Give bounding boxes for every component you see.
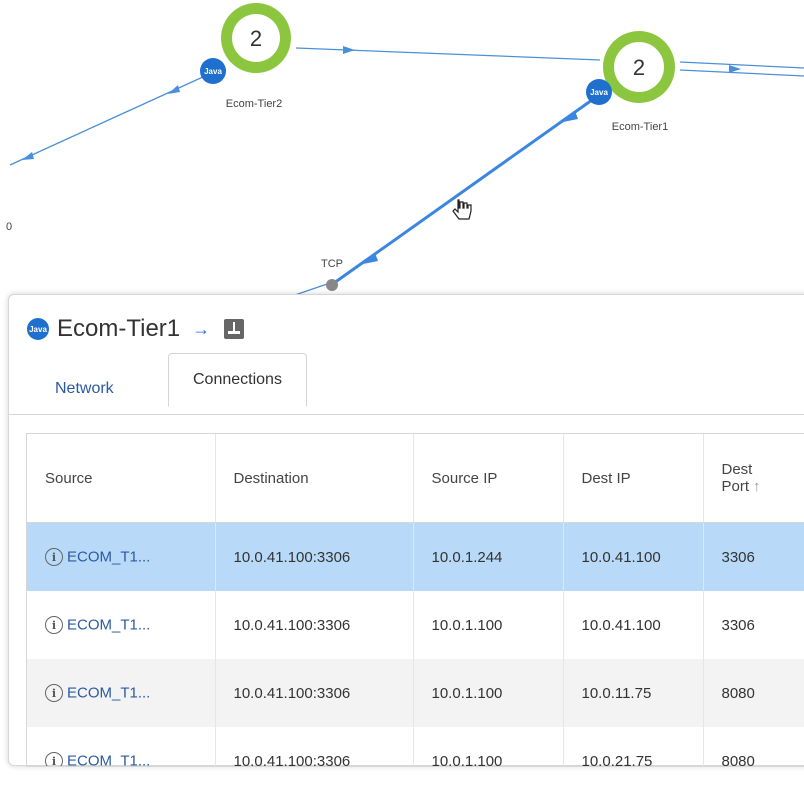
tcp-label: TCP — [321, 258, 343, 270]
cell-source-ip: 10.0.1.100 — [413, 659, 564, 727]
cell-destination: 10.0.41.100:3306 — [215, 659, 414, 727]
cell-dest-ip: 10.0.41.100 — [563, 522, 704, 591]
source-link[interactable]: ECOM_T1... — [67, 617, 150, 634]
cell-source-ip: 10.0.1.100 — [413, 591, 564, 659]
table-row[interactable]: i ECOM_T1... 10.0.41.100:3306 10.0.1.100 10.… — [27, 591, 804, 659]
tab-connections[interactable]: Connections — [168, 353, 307, 407]
column-header-label: Dest Port — [721, 461, 753, 495]
table-row[interactable]: i ECOM_T1... 10.0.41.100:3306 10.0.1.100 10.… — [27, 727, 804, 766]
cell-dest-ip: 10.0.21.75 — [563, 727, 704, 766]
cell-dest-ip: 10.0.41.100 — [563, 591, 704, 659]
table-row[interactable]: i ECOM_T1... 10.0.41.100:3306 10.0.1.244 10.… — [27, 522, 804, 591]
tab-divider — [9, 414, 804, 415]
sort-ascending-icon[interactable]: ↑ — [753, 478, 761, 495]
node-ecom-tier2[interactable]: 2 Java Ecom-Tier2 — [200, 3, 291, 110]
source-link[interactable]: ECOM_T1... — [67, 685, 150, 702]
edge-tier1-to-right-b[interactable] — [679, 69, 804, 77]
right-arrow-icon[interactable]: → — [192, 319, 210, 340]
tab-bar: Network Connections — [9, 353, 804, 415]
edge-arrow-icon — [343, 46, 355, 54]
edge-tier1-to-right-a[interactable] — [679, 61, 804, 69]
column-header-source-ip[interactable]: Source IP — [413, 434, 564, 523]
column-header-source[interactable]: Source — [27, 434, 216, 523]
connections-table: Source Destination Source IP Dest IP Des… — [26, 433, 804, 767]
node-label: Ecom-Tier1 — [612, 121, 668, 133]
cell-source[interactable]: i ECOM_T1... — [27, 659, 216, 727]
info-icon[interactable]: i — [45, 616, 63, 635]
java-badge-text: Java — [204, 67, 222, 76]
node-ecom-tier1[interactable]: 2 Java Ecom-Tier1 — [586, 31, 675, 133]
table-header-row: Source Destination Source IP Dest IP Des… — [27, 434, 804, 523]
cell-destination: 10.0.41.100:3306 — [215, 727, 414, 766]
column-header-dest-port[interactable]: Dest Port ↑ — [703, 434, 804, 523]
partial-label: 0 — [6, 221, 12, 233]
cell-source-ip: 10.0.1.244 — [413, 522, 564, 591]
tab-network[interactable]: Network — [31, 363, 138, 415]
cell-source[interactable]: i ECOM_T1... — [27, 522, 216, 591]
source-link[interactable]: ECOM_T1... — [67, 549, 150, 566]
panel-header: Java Ecom-Tier1 → — [27, 313, 245, 345]
source-link[interactable]: ECOM_T1... — [67, 753, 150, 766]
edge-arrow-icon — [168, 85, 180, 94]
cell-dest-ip: 10.0.11.75 — [563, 659, 704, 727]
java-icon: Java — [27, 318, 49, 340]
table-row[interactable]: i ECOM_T1... 10.0.41.100:3306 10.0.1.100 10.… — [27, 659, 804, 727]
tcp-endpoint[interactable] — [326, 279, 338, 291]
column-header-destination[interactable]: Destination — [215, 434, 414, 523]
info-icon[interactable]: i — [45, 548, 63, 567]
edge-tier2-to-tier1[interactable] — [295, 47, 601, 61]
cell-source[interactable]: i ECOM_T1... — [27, 591, 216, 659]
info-icon[interactable]: i — [45, 684, 63, 703]
node-count: 2 — [250, 26, 262, 51]
panel-title: Ecom-Tier1 — [57, 315, 181, 342]
edge-arrow-icon — [22, 152, 34, 160]
cell-dest-port: 8080 — [703, 659, 804, 727]
info-icon[interactable]: i — [45, 752, 63, 766]
node-count: 2 — [633, 55, 645, 80]
java-badge-text: Java — [590, 88, 608, 97]
cell-source[interactable]: i ECOM_T1... — [27, 727, 216, 766]
column-header-dest-ip[interactable]: Dest IP — [563, 434, 704, 523]
cell-source-ip: 10.0.1.100 — [413, 727, 564, 766]
hand-cursor-icon — [452, 199, 472, 220]
cell-destination: 10.0.41.100:3306 — [215, 522, 414, 591]
cell-dest-port: 3306 — [703, 591, 804, 659]
cell-dest-port: 8080 — [703, 727, 804, 766]
node-label: Ecom-Tier2 — [226, 98, 282, 110]
details-panel: Java Ecom-Tier1 → Network Connections So… — [8, 294, 804, 767]
database-icon[interactable] — [224, 319, 245, 339]
cell-dest-port: 3306 — [703, 522, 804, 591]
cell-destination: 10.0.41.100:3306 — [215, 591, 414, 659]
edge-arrow-icon — [729, 65, 741, 73]
